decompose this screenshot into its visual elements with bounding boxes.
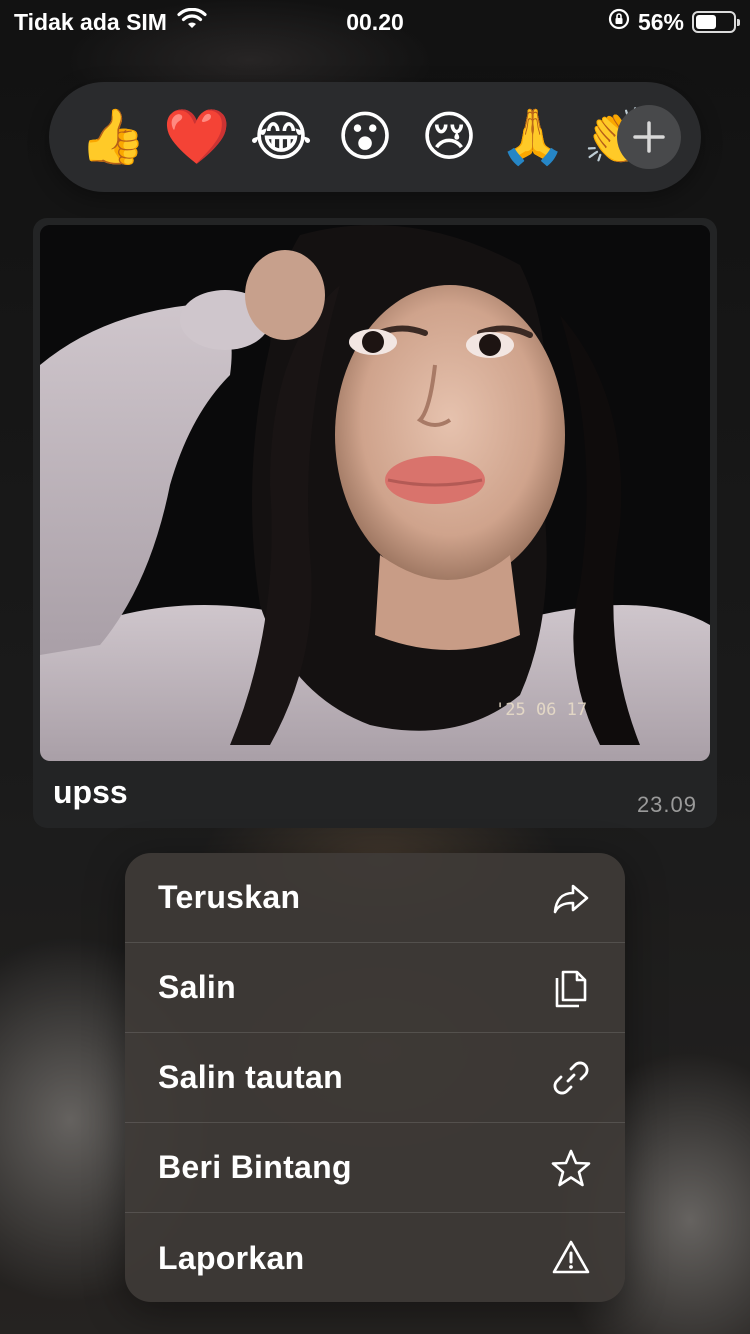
- wifi-icon: [177, 7, 207, 36]
- status-bar: Tidak ada SIM 00.20 56%: [0, 0, 750, 44]
- photo-date-stamp: '25 06 17: [495, 700, 587, 720]
- battery-icon: [692, 11, 740, 33]
- message-timestamp: 23.09: [636, 792, 697, 817]
- carrier-label: Tidak ada SIM: [14, 8, 167, 35]
- forward-icon: [551, 878, 591, 918]
- reaction-folded-hands[interactable]: 🙏: [491, 110, 575, 164]
- menu-item-copy[interactable]: Salin: [125, 943, 625, 1033]
- link-icon: [551, 1058, 591, 1098]
- menu-item-forward[interactable]: Teruskan: [125, 853, 625, 943]
- reaction-red-heart[interactable]: ❤️: [155, 110, 239, 164]
- message-caption: upss: [53, 774, 128, 810]
- reaction-surprised[interactable]: 😮: [323, 110, 407, 164]
- menu-item-label: Salin: [158, 969, 236, 1005]
- reaction-bar: 👍 ❤️ 😂 😮 😢 🙏 👏: [49, 82, 701, 192]
- menu-item-copy-link[interactable]: Salin tautan: [125, 1033, 625, 1123]
- message-bubble[interactable]: '25 06 17 upss 23.09: [33, 218, 717, 828]
- menu-item-label: Laporkan: [158, 1239, 305, 1276]
- battery-percent: 56%: [637, 8, 684, 35]
- menu-item-label: Beri Bintang: [158, 1149, 352, 1185]
- menu-item-star[interactable]: Beri Bintang: [125, 1123, 625, 1213]
- menu-item-report[interactable]: Laporkan: [125, 1213, 625, 1302]
- warning-icon: [551, 1238, 591, 1278]
- battery-level: [696, 15, 717, 29]
- context-menu: Teruskan Salin Salin tautan Beri Bintang…: [125, 853, 625, 1302]
- menu-item-label: Salin tautan: [158, 1059, 343, 1095]
- plus-icon: [633, 121, 665, 153]
- message-photo[interactable]: '25 06 17: [40, 225, 710, 761]
- copy-icon: [551, 968, 591, 1008]
- orientation-lock-icon: [608, 8, 630, 36]
- reaction-crying[interactable]: 😢: [407, 110, 491, 164]
- reaction-tears-of-joy[interactable]: 😂: [239, 110, 323, 164]
- menu-item-label: Teruskan: [158, 879, 301, 915]
- star-icon: [551, 1148, 591, 1188]
- more-reactions-button[interactable]: [617, 105, 681, 169]
- reaction-thumbs-up[interactable]: 👍: [71, 110, 155, 164]
